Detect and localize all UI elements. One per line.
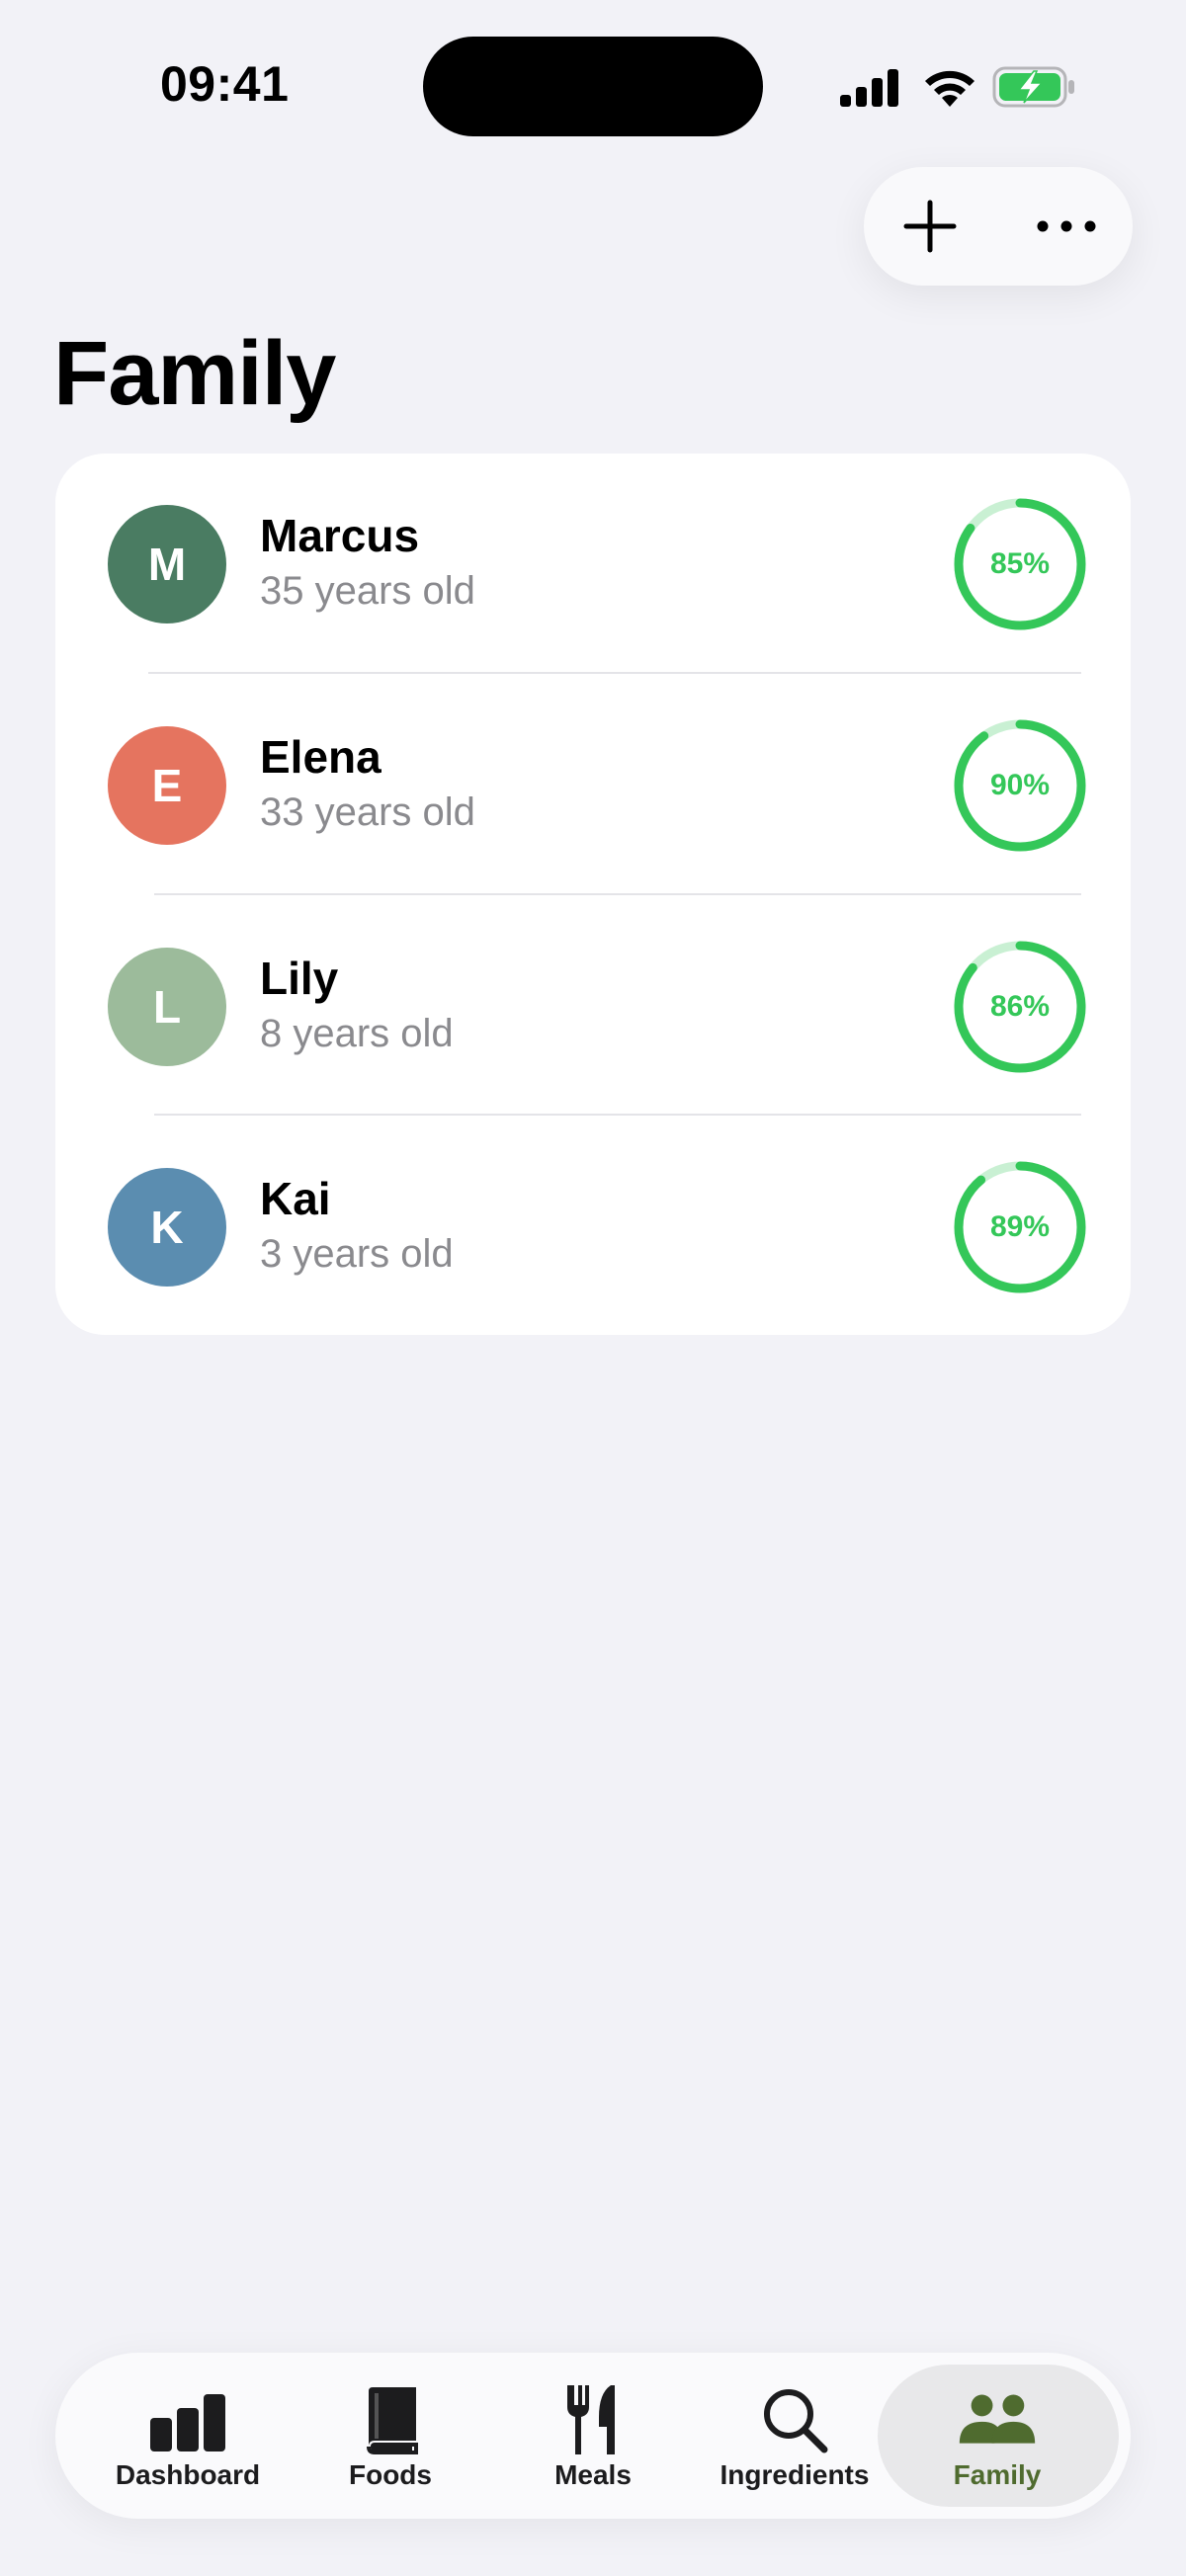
progress-label: 89% (989, 1210, 1051, 1243)
member-age: 33 years old (260, 790, 475, 834)
tab-label: Dashboard (115, 2459, 261, 2490)
search-icon (755, 2380, 834, 2459)
member-row-marcus[interactable]: M Marcus 35 years old 85% (55, 454, 1131, 675)
toolbar-actions (864, 167, 1133, 286)
status-bar: 09:41 (0, 0, 1186, 158)
plus-icon (903, 200, 957, 253)
more-options-button[interactable] (1012, 167, 1121, 286)
member-row-lily[interactable]: L Lily 8 years old 86% (55, 896, 1131, 1118)
tab-dashboard[interactable]: Dashboard (89, 2353, 287, 2519)
divider (154, 1114, 1081, 1116)
progress-label: 86% (989, 990, 1051, 1023)
member-name: Elena (260, 731, 381, 783)
tab-family[interactable]: Family (898, 2353, 1096, 2519)
book-icon (351, 2380, 430, 2459)
tab-ingredients[interactable]: Ingredients (696, 2353, 893, 2519)
tab-bar: Dashboard Foods Meals Ingredients Family (55, 2353, 1131, 2519)
tab-label: Foods (349, 2459, 432, 2490)
battery-charging-icon (992, 66, 1074, 108)
fork-knife-icon (553, 2380, 633, 2459)
tab-label: Ingredients (720, 2459, 870, 2490)
ellipsis-icon (1037, 220, 1096, 232)
tab-foods[interactable]: Foods (292, 2353, 489, 2519)
member-name: Kai (260, 1173, 331, 1224)
avatar-initial: M (147, 539, 187, 590)
member-age: 35 years old (260, 569, 475, 613)
avatar-initial: L (152, 981, 182, 1033)
status-time: 09:41 (160, 56, 290, 112)
avatar: E (108, 726, 226, 845)
member-name: Lily (260, 953, 339, 1004)
people-icon (958, 2380, 1037, 2459)
member-age: 8 years old (260, 1012, 454, 1055)
member-name: Marcus (260, 510, 420, 561)
add-member-button[interactable] (876, 167, 984, 286)
tab-label: Family (953, 2459, 1042, 2490)
progress-label: 90% (989, 769, 1051, 801)
member-row-elena[interactable]: E Elena 33 years old 90% (55, 675, 1131, 896)
chart-bar-icon (148, 2380, 227, 2459)
page-title: Family (53, 323, 336, 424)
avatar-initial: E (151, 760, 183, 811)
dynamic-island (423, 37, 763, 136)
member-age: 3 years old (260, 1232, 454, 1276)
tab-label: Meals (554, 2459, 632, 2490)
avatar-initial: K (150, 1202, 184, 1253)
cellular-signal-icon (840, 69, 898, 107)
wifi-icon (925, 70, 974, 107)
avatar: K (108, 1168, 226, 1287)
member-row-kai[interactable]: K Kai 3 years old 89% (55, 1117, 1131, 1338)
divider (148, 672, 1081, 674)
divider (154, 893, 1081, 895)
tab-meals[interactable]: Meals (494, 2353, 692, 2519)
avatar: M (108, 505, 226, 623)
avatar: L (108, 948, 226, 1066)
family-members-list: M Marcus 35 years old 85% E Elena 33 yea… (55, 454, 1131, 1335)
progress-label: 85% (989, 547, 1051, 580)
